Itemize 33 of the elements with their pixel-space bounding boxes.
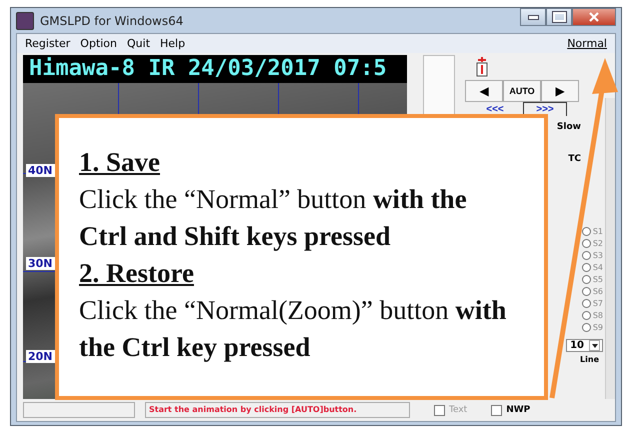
time-zone-label: TC [568,154,581,164]
menu-item[interactable]: Quit [127,37,150,50]
step-heading: 2. Restore [79,257,195,290]
close-icon [588,12,600,22]
app-icon [16,12,34,30]
window-title: GMSLPD for Windows64 [40,14,184,28]
marker-icon [475,57,489,77]
step-heading: 1. Save [79,146,161,179]
minimize-button[interactable] [520,8,546,26]
scrollbar[interactable] [605,98,615,399]
step-text: Click the “Normal(Zoom)” button with the Ctrl key pressed [79,294,508,364]
image-title: Himawa-8 IR 24/03/2017 07:5 [23,55,407,83]
line-label: Line [580,355,599,364]
maximize-button[interactable] [546,8,572,26]
interval-dropdown[interactable]: 10 [566,339,603,352]
latitude-label: 20N [26,350,55,363]
menu-item[interactable]: Register [25,37,70,50]
close-button[interactable] [572,8,616,26]
step-button[interactable]: <<< [473,102,517,116]
option-checkbox[interactable]: NWP [491,404,530,416]
status-message: Start the animation by clicking [AUTO]button. [145,402,410,418]
menu-item[interactable]: Help [160,37,186,50]
step-text: Click the “Normal” button with the Ctrl and Shift keys pressed [79,183,468,253]
menu-item[interactable]: Option [80,37,118,50]
playback-button[interactable]: ▶ [541,80,579,102]
speed-label: Slow [556,122,581,132]
latitude-label: 40N [26,164,55,177]
playback-button[interactable]: AUTO [503,80,541,102]
latitude-label: 30N [26,257,55,270]
maximize-icon [552,12,566,22]
minimize-icon [528,14,538,20]
normal-button[interactable]: Normal [567,37,607,50]
playback-button[interactable]: ◀ [465,80,503,102]
